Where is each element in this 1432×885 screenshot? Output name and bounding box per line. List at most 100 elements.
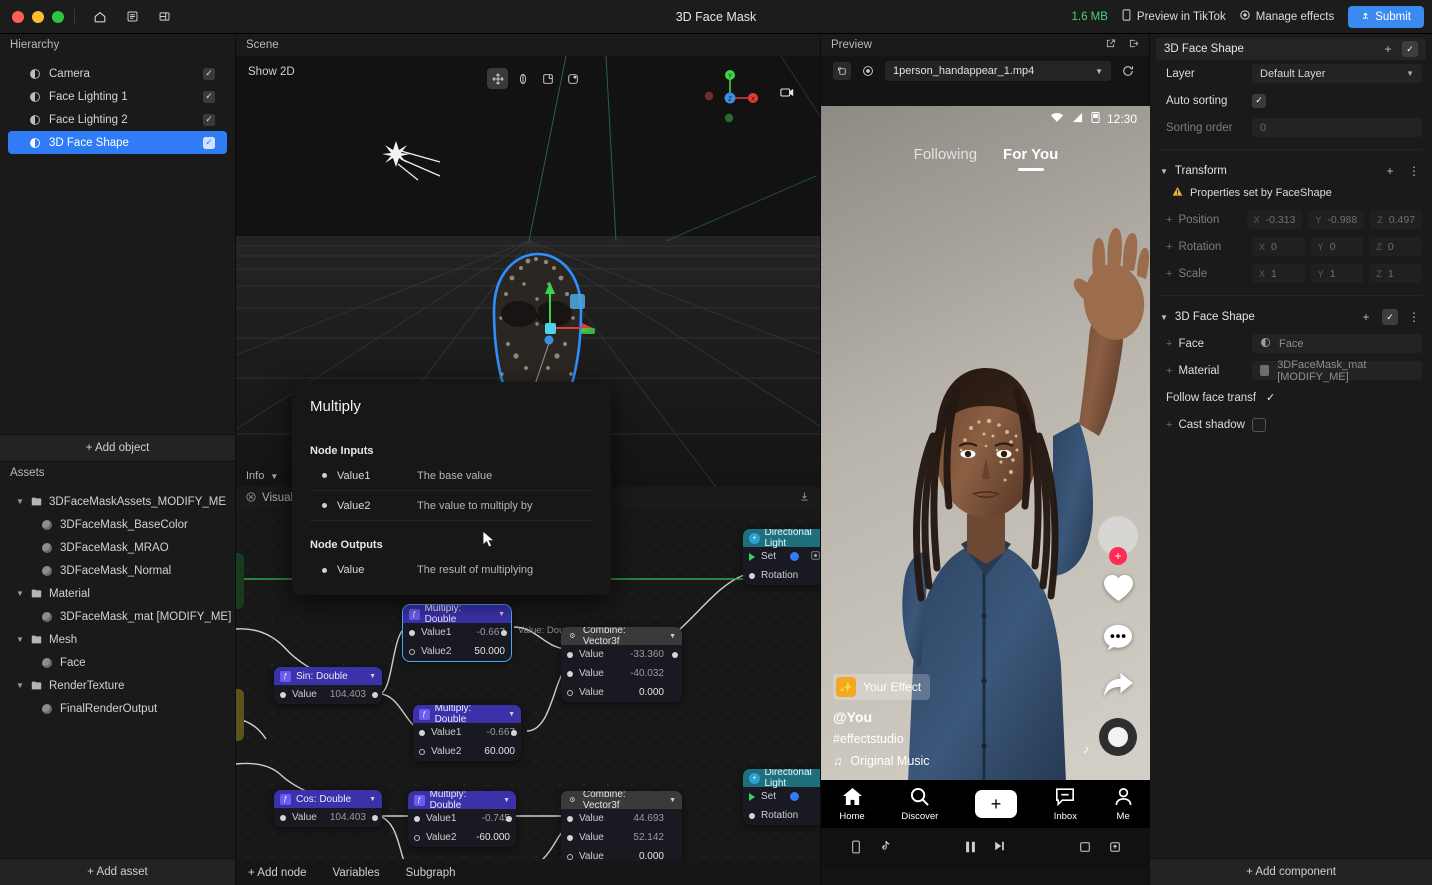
preview-source-select[interactable]: 1person_handappear_1.mp4 ▼	[885, 61, 1111, 81]
node-multiply-mid[interactable]: ƒ Multiply: Double ▼ Value1 -0.667 Value…	[413, 705, 521, 761]
node-port-row[interactable]: Set	[743, 787, 820, 806]
input-port[interactable]	[409, 630, 415, 636]
node-header[interactable]: ⚙ Combine: Vector3f ▼	[561, 627, 682, 645]
screenshot-icon[interactable]	[1109, 841, 1121, 856]
node-port-row[interactable]: Value 52.142	[561, 828, 682, 847]
music-row[interactable]: ♫ Original Music	[833, 754, 1053, 768]
transform-section-header[interactable]: ▼ Transform + ⋮	[1150, 158, 1432, 184]
visibility-checkbox[interactable]: ✓	[203, 114, 215, 126]
assets-item-row[interactable]: 3DFaceMask_MRAO	[0, 536, 235, 559]
visibility-checkbox[interactable]: ✓	[203, 68, 215, 80]
node-port-row[interactable]: Value1 -0.667	[403, 623, 511, 642]
assets-item-row[interactable]: 3DFaceMask_Normal	[0, 559, 235, 582]
node-header[interactable]: + Directional Light	[743, 529, 820, 547]
node-port-row[interactable]: Value -33.360	[561, 645, 682, 664]
follow-plus-button[interactable]: +	[1109, 547, 1127, 565]
hierarchy-item-face-lighting-2[interactable]: Face Lighting 2 ✓	[8, 108, 227, 131]
submit-button[interactable]: Submit	[1348, 6, 1424, 28]
show-2d-toggle[interactable]: Show 2D	[248, 66, 295, 78]
input-port[interactable]	[567, 854, 573, 860]
node-port-row[interactable]: Value1 -0.745	[408, 809, 516, 828]
maximize-window-button[interactable]	[52, 11, 64, 23]
assets-folder-row[interactable]: ▼ Material	[0, 582, 235, 605]
node-header[interactable]: ⚙ Combine: Vector3f ▼	[561, 791, 682, 809]
chevron-down-icon[interactable]: ▼	[16, 589, 28, 598]
open-external-icon[interactable]	[1105, 38, 1116, 52]
node-port-row[interactable]: Value2 -60.000	[408, 828, 516, 847]
scale-x-field[interactable]: X1	[1252, 264, 1305, 283]
position-x-field[interactable]: X-0.313	[1247, 210, 1303, 229]
minimize-window-button[interactable]	[32, 11, 44, 23]
cast-shadow-checkbox[interactable]	[1252, 418, 1266, 432]
window-controls[interactable]	[8, 11, 64, 23]
assets-item-row[interactable]: Face	[0, 651, 235, 674]
more-options-icon[interactable]: ⋮	[1406, 309, 1422, 325]
input-port[interactable]	[414, 835, 420, 841]
chevron-down-icon[interactable]: ▼	[16, 497, 28, 506]
node-header[interactable]: ƒ Multiply: Double ▼	[403, 605, 511, 623]
phone-preview[interactable]: 12:30 Following For You +	[821, 106, 1151, 868]
object-enabled-checkbox[interactable]: ✓	[1402, 41, 1418, 57]
device-icon[interactable]	[851, 840, 861, 857]
fullscreen-icon[interactable]	[1079, 841, 1091, 856]
detach-icon[interactable]	[1128, 38, 1139, 52]
home-icon[interactable]	[87, 6, 113, 28]
object-name-field[interactable]: 3D Face Shape + ✓	[1156, 38, 1426, 60]
object-ref-dot[interactable]	[790, 552, 799, 561]
username[interactable]: @You	[833, 709, 1053, 725]
rect-tool-icon[interactable]	[562, 68, 583, 89]
input-port[interactable]	[280, 692, 286, 698]
input-port[interactable]	[567, 835, 573, 841]
output-port[interactable]	[501, 630, 507, 636]
output-port[interactable]	[506, 816, 512, 822]
node-header[interactable]: ƒ Sin: Double ▼	[274, 667, 382, 685]
comment-icon[interactable]	[1103, 623, 1133, 654]
node-port-row[interactable]: Value2 60.000	[413, 742, 521, 761]
input-port[interactable]	[567, 816, 573, 822]
refresh-icon[interactable]	[1119, 62, 1137, 80]
hashtag[interactable]: #effectstudio	[833, 732, 1053, 746]
add-object-button[interactable]: + Add object	[0, 434, 236, 461]
expand-icon[interactable]: +	[1166, 338, 1172, 350]
expand-icon[interactable]: +	[1166, 241, 1172, 253]
chevron-down-icon[interactable]: ▼	[669, 633, 676, 640]
layout-icon[interactable]	[151, 6, 177, 28]
nav-item-home[interactable]: Home	[839, 787, 864, 822]
node-cos[interactable]: ƒ Cos: Double ▼ Value 104.403	[274, 790, 382, 827]
scale-y-field[interactable]: Y1	[1311, 264, 1364, 283]
axis-gizmo[interactable]: Y X Z	[698, 66, 758, 126]
chevron-down-icon[interactable]: ▼	[508, 711, 515, 718]
add-icon[interactable]: +	[1382, 163, 1398, 179]
assets-item-row[interactable]: 3DFaceMask_mat [MODIFY_ME]	[0, 605, 235, 628]
scale-tool-icon[interactable]	[537, 68, 558, 89]
follow-face-checkbox[interactable]: ✓	[1266, 391, 1275, 404]
input-port[interactable]	[567, 671, 573, 677]
rotation-z-field[interactable]: Z0	[1369, 237, 1422, 256]
node-header[interactable]: ƒ Multiply: Double ▼	[408, 791, 516, 809]
rotate-tool-icon[interactable]	[512, 68, 533, 89]
assets-folder-row[interactable]: ▼ 3DFaceMaskAssets_MODIFY_ME	[0, 490, 235, 513]
pause-button[interactable]	[964, 840, 977, 857]
visibility-checkbox[interactable]: ✓	[203, 91, 215, 103]
partial-node-left-2[interactable]	[236, 553, 244, 609]
node-port-row[interactable]: Rotation x	[743, 566, 820, 585]
node-port-row[interactable]: Value1 -0.667	[413, 723, 521, 742]
record-icon[interactable]	[859, 62, 877, 80]
rotation-x-field[interactable]: X0	[1252, 237, 1305, 256]
output-port[interactable]	[372, 692, 378, 698]
component-enabled-checkbox[interactable]: ✓	[1382, 309, 1398, 325]
add-icon[interactable]: +	[1358, 309, 1374, 325]
add-node-button[interactable]: + Add node	[248, 867, 307, 879]
chevron-down-icon[interactable]: ▼	[1406, 69, 1414, 78]
tab-for-you[interactable]: For You	[1003, 146, 1058, 171]
chevron-down-icon[interactable]: ▼	[16, 681, 28, 690]
expand-icon[interactable]: +	[1166, 365, 1172, 377]
face-asset-field[interactable]: Face	[1252, 334, 1422, 353]
capture-icon[interactable]	[833, 62, 851, 80]
chevron-down-icon[interactable]: ▼	[369, 796, 376, 803]
node-directional-light-bottom[interactable]: + Directional Light Set Rotation	[743, 769, 820, 825]
variables-tab[interactable]: Variables	[333, 867, 380, 879]
hierarchy-item-face-lighting-1[interactable]: Face Lighting 1 ✓	[8, 85, 227, 108]
input-port[interactable]	[280, 815, 286, 821]
chevron-down-icon[interactable]: ▼	[1160, 167, 1168, 176]
